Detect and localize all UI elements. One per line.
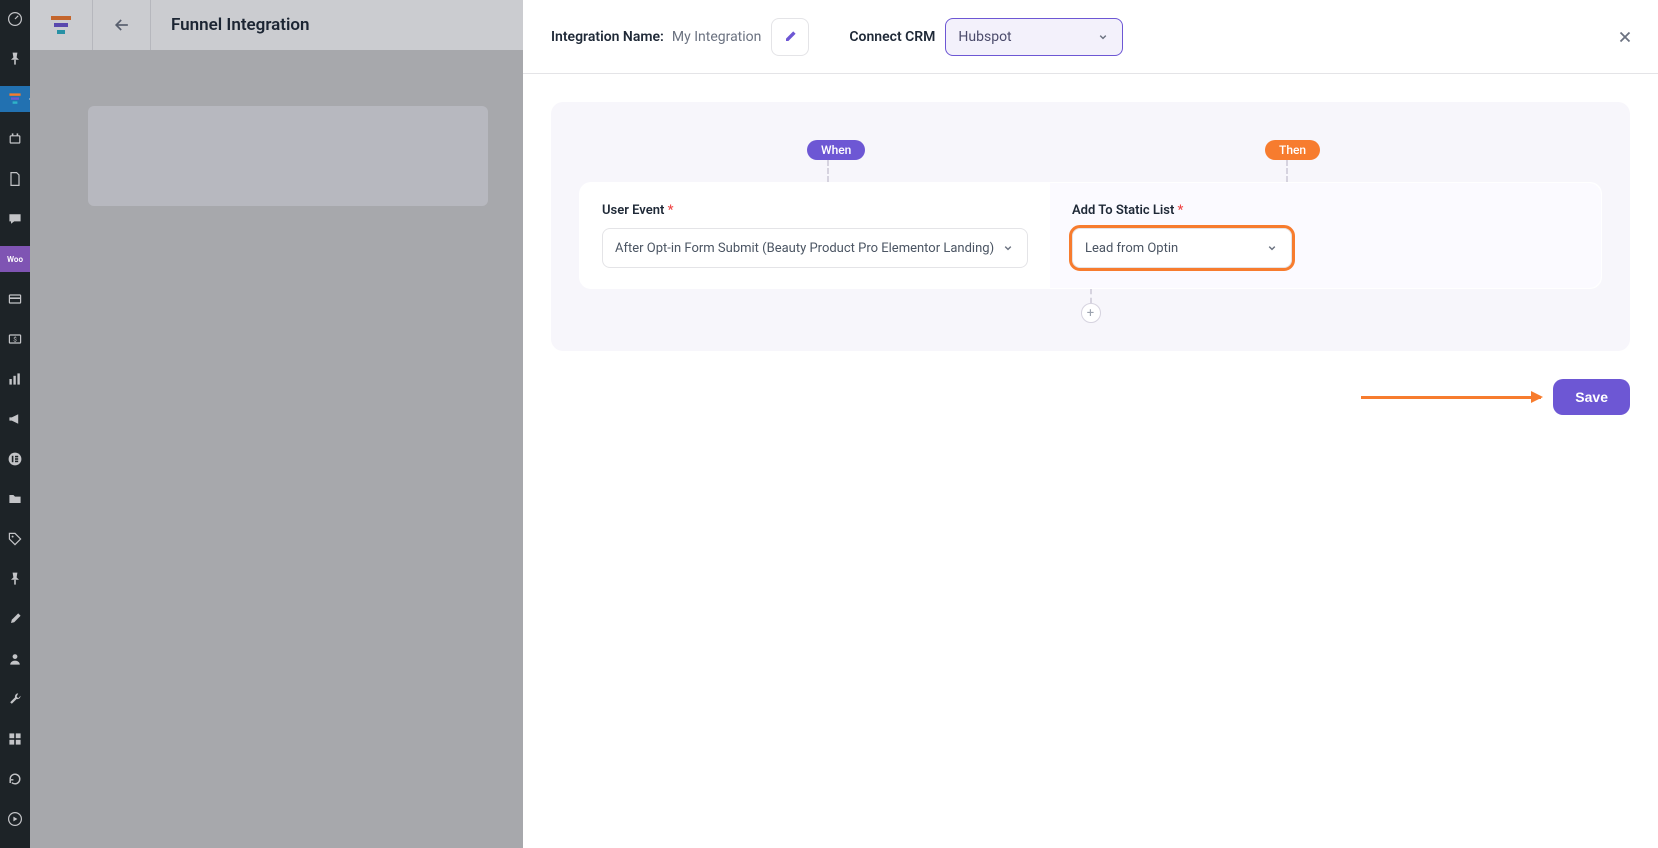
admin-sidebar: Woo $ [0,0,30,848]
page-icon[interactable] [0,166,30,192]
static-list-select[interactable]: Lead from Optin [1072,228,1292,268]
when-column: User Event * After Opt-in Form Submit (B… [580,183,1050,288]
add-connector [1090,289,1092,303]
grid-icon[interactable] [0,726,30,752]
crm-select[interactable]: Hubspot [945,18,1123,56]
play-icon[interactable] [0,806,30,832]
woo-icon[interactable]: Woo [0,246,30,272]
then-pill: Then [1265,140,1320,160]
pin-icon[interactable] [0,46,30,72]
modal-footer: Save [523,379,1658,443]
integration-name-label: Integration Name: [551,29,664,45]
chevron-down-icon [1001,241,1015,255]
modal-header: Integration Name: My Integration Connect… [523,0,1658,74]
static-list-label: Add To Static List * [1072,203,1579,218]
analytics-icon[interactable] [0,366,30,392]
megaphone-icon[interactable] [0,406,30,432]
add-row-area: + [579,289,1602,323]
elementor-icon[interactable] [0,446,30,472]
comment-icon[interactable] [0,206,30,232]
user-event-select[interactable]: After Opt-in Form Submit (Beauty Product… [602,228,1028,268]
user-event-value: After Opt-in Form Submit (Beauty Product… [615,241,994,256]
tag-icon[interactable] [0,526,30,552]
pushpin-icon[interactable] [0,566,30,592]
connect-crm-label: Connect CRM [849,29,935,45]
modal-body: When Then User Event * After Opt-in Form… [523,74,1658,379]
refresh-icon[interactable] [0,766,30,792]
dollar-icon[interactable]: $ [0,326,30,352]
save-button[interactable]: Save [1553,379,1630,415]
chevron-down-icon [1265,241,1279,255]
integration-modal: Integration Name: My Integration Connect… [523,0,1658,848]
close-modal-button[interactable] [1616,28,1634,50]
card-icon[interactable] [0,286,30,312]
funnel-icon[interactable] [0,86,30,112]
users-icon[interactable] [0,646,30,672]
annotation-arrow [1361,396,1541,399]
static-list-value: Lead from Optin [1085,241,1178,256]
then-column: Add To Static List * Lead from Optin [1050,183,1601,288]
folder-icon[interactable] [0,486,30,512]
integration-name-value: My Integration [672,29,762,45]
when-connector [827,160,829,182]
chevron-down-icon [1096,30,1110,44]
plugin-icon[interactable] [0,126,30,152]
user-event-label: User Event * [602,203,1028,218]
brush-icon[interactable] [0,606,30,632]
tools-icon[interactable] [0,686,30,712]
svg-text:$: $ [13,335,17,343]
when-pill: When [807,140,865,160]
then-connector [1286,160,1288,182]
rules-card: When Then User Event * After Opt-in Form… [551,102,1630,351]
crm-selected-value: Hubspot [958,29,1011,45]
page: Funnel Integration Integration Name: My … [30,0,1658,848]
edit-name-button[interactable] [771,18,809,56]
rule-row: User Event * After Opt-in Form Submit (B… [579,182,1602,289]
dashboard-icon[interactable] [0,6,30,32]
add-rule-button[interactable]: + [1081,303,1101,323]
